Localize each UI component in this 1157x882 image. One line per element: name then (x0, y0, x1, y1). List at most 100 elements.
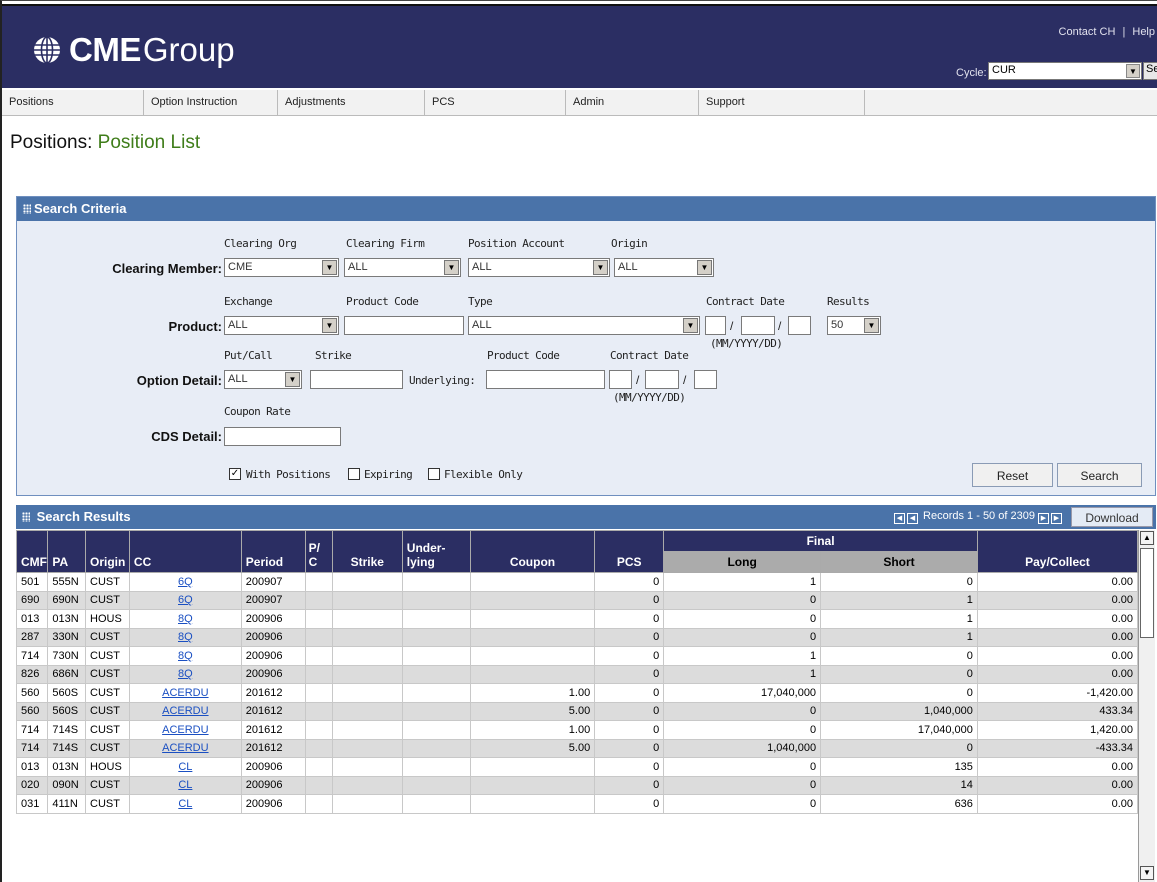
cc-link[interactable]: CL (178, 798, 192, 810)
chevron-down-icon[interactable]: ▼ (1126, 64, 1140, 78)
col-pcs[interactable]: PCS (594, 530, 665, 573)
table-row[interactable]: 013 013N HOUS 8Q 200906 0 0 1 0.00 (15, 609, 1139, 629)
download-button[interactable]: Download (1071, 507, 1153, 527)
chevron-down-icon[interactable]: ▼ (322, 260, 337, 275)
table-row[interactable]: 031 411N CUST CL 200906 0 0 636 0.00 (15, 794, 1139, 814)
clearing-firm-select[interactable]: ALL ▼ (344, 258, 461, 277)
col-cc[interactable]: CC (128, 530, 242, 573)
table-row[interactable]: 501 555N CUST 6Q 200907 0 1 0 0.00 (15, 572, 1139, 592)
scroll-up-icon[interactable]: ▲ (1140, 531, 1154, 545)
prev-page-icon[interactable]: ◀ (906, 513, 918, 524)
chevron-down-icon[interactable]: ▼ (683, 318, 698, 333)
col-pa[interactable]: PA (47, 530, 86, 573)
col-coupon[interactable]: Coupon (469, 530, 596, 573)
cell-under (401, 794, 471, 814)
cell-pc (304, 609, 333, 629)
contract-year-input[interactable] (741, 316, 775, 335)
contract-day-input[interactable] (788, 316, 811, 335)
last-page-icon[interactable]: ▶ (1051, 513, 1062, 524)
table-row[interactable]: 826 686N CUST 8Q 200906 0 1 0 0.00 (15, 664, 1139, 684)
col-period[interactable]: Period (240, 530, 306, 573)
col-pc[interactable]: P/C (304, 530, 333, 573)
table-row[interactable]: 560 560S CUST ACERDU 201612 5.00 0 0 1,040,000 43… (15, 701, 1139, 721)
cc-link[interactable]: 8Q (178, 668, 193, 680)
cc-link[interactable]: CL (178, 761, 192, 773)
cc-link[interactable]: ACERDU (162, 742, 208, 754)
nav-adjustments[interactable]: Adjustments (278, 90, 425, 116)
nav-support[interactable]: Support (699, 90, 865, 116)
cell-pcs: 0 (594, 794, 665, 814)
cycle-select[interactable]: CUR ▼ (988, 62, 1142, 80)
underlying-year-input[interactable] (645, 370, 679, 389)
col-underlying[interactable]: Under-lying (401, 530, 471, 573)
nav-option-instruction[interactable]: Option Instruction (144, 90, 278, 116)
chevron-down-icon[interactable]: ▼ (593, 260, 608, 275)
cc-link[interactable]: ACERDU (162, 724, 208, 736)
next-page-icon[interactable]: ▶ (1038, 513, 1049, 524)
results-scrollbar[interactable]: ▲ ▼ (1138, 530, 1155, 882)
expiring-checkbox[interactable] (348, 468, 360, 480)
contract-month-input[interactable] (705, 316, 726, 335)
product-code-input[interactable] (344, 316, 464, 335)
cc-link[interactable]: CL (178, 779, 192, 791)
cc-link[interactable]: 6Q (178, 576, 193, 588)
underlying-day-input[interactable] (694, 370, 717, 389)
chevron-down-icon[interactable]: ▼ (285, 372, 300, 387)
first-page-icon[interactable]: ◀ (893, 513, 905, 524)
search-results-header[interactable]: Search Results ◀ ◀ Records 1 - 50 of 2309… (16, 505, 1156, 529)
col-origin[interactable]: Origin (85, 530, 130, 573)
col-strike[interactable]: Strike (331, 530, 403, 573)
underlying-product-code-input[interactable] (486, 370, 605, 389)
scroll-down-icon[interactable]: ▼ (1140, 866, 1154, 880)
scrollbar-thumb[interactable] (1140, 548, 1154, 638)
cc-link[interactable]: ACERDU (162, 705, 208, 717)
table-row[interactable]: 013 013N HOUS CL 200906 0 0 135 0.00 (15, 757, 1139, 777)
nav-positions[interactable]: Positions (2, 90, 144, 116)
col-pay-collect[interactable]: Pay/Collect (976, 530, 1139, 573)
search-criteria-header[interactable]: Search Criteria (17, 197, 1155, 221)
col-long[interactable]: Long (663, 551, 822, 573)
table-row[interactable]: 714 714S CUST ACERDU 201612 1.00 0 0 17,040,000 1… (15, 720, 1139, 740)
nav-pcs[interactable]: PCS (425, 90, 566, 116)
cc-link[interactable]: 8Q (178, 650, 193, 662)
cell-origin: CUST (85, 738, 130, 758)
cc-link[interactable]: 8Q (178, 631, 193, 643)
flexible-only-checkbox[interactable] (428, 468, 440, 480)
coupon-rate-input[interactable] (224, 427, 341, 446)
underlying-month-input[interactable] (609, 370, 632, 389)
contact-ch-link[interactable]: Contact CH (1059, 26, 1116, 38)
results-select[interactable]: 50 ▼ (827, 316, 881, 335)
table-row[interactable]: 020 090N CUST CL 200906 0 0 14 0.00 (15, 775, 1139, 795)
col-short[interactable]: Short (820, 551, 978, 573)
table-row[interactable]: 287 330N CUST 8Q 200906 0 0 1 0.00 (15, 627, 1139, 647)
search-button[interactable]: Search (1057, 463, 1142, 487)
with-positions-checkbox[interactable]: ✓ (229, 468, 241, 480)
chevron-down-icon[interactable]: ▼ (864, 318, 879, 333)
table-row[interactable]: 560 560S CUST ACERDU 201612 1.00 0 17,040,000 0-… (15, 683, 1139, 703)
put-call-select[interactable]: ALL ▼ (224, 370, 302, 389)
chevron-down-icon[interactable]: ▼ (322, 318, 337, 333)
clearing-org-select[interactable]: CME ▼ (224, 258, 339, 277)
cc-link[interactable]: 8Q (178, 613, 193, 625)
cme-group-logo[interactable]: CME Group (32, 31, 235, 68)
type-select[interactable]: ALL ▼ (468, 316, 700, 335)
position-account-select[interactable]: ALL ▼ (468, 258, 610, 277)
reset-button[interactable]: Reset (972, 463, 1053, 487)
help-link[interactable]: Help (1132, 26, 1155, 38)
chevron-down-icon[interactable]: ▼ (697, 260, 712, 275)
table-row[interactable]: 690 690N CUST 6Q 200907 0 0 1 0.00 (15, 590, 1139, 610)
chevron-down-icon[interactable]: ▼ (444, 260, 459, 275)
nav-admin[interactable]: Admin (566, 90, 699, 116)
table-row[interactable]: 714 730N CUST 8Q 200906 0 1 0 0.00 (15, 646, 1139, 666)
exchange-select[interactable]: ALL ▼ (224, 316, 339, 335)
strike-input[interactable] (310, 370, 403, 389)
origin-select[interactable]: ALL ▼ (614, 258, 714, 277)
cell-short: 636 (820, 794, 978, 814)
col-cmf[interactable]: CMF (15, 530, 49, 573)
cc-link[interactable]: 6Q (178, 594, 193, 606)
table-row[interactable]: 714 714S CUST ACERDU 201612 5.00 0 1,040,000 0 -4… (15, 738, 1139, 758)
cycle-go-button[interactable]: Se (1143, 62, 1157, 80)
cc-link[interactable]: ACERDU (162, 687, 208, 699)
cell-strike (331, 775, 403, 795)
cell-pay: 0.00 (976, 646, 1139, 666)
